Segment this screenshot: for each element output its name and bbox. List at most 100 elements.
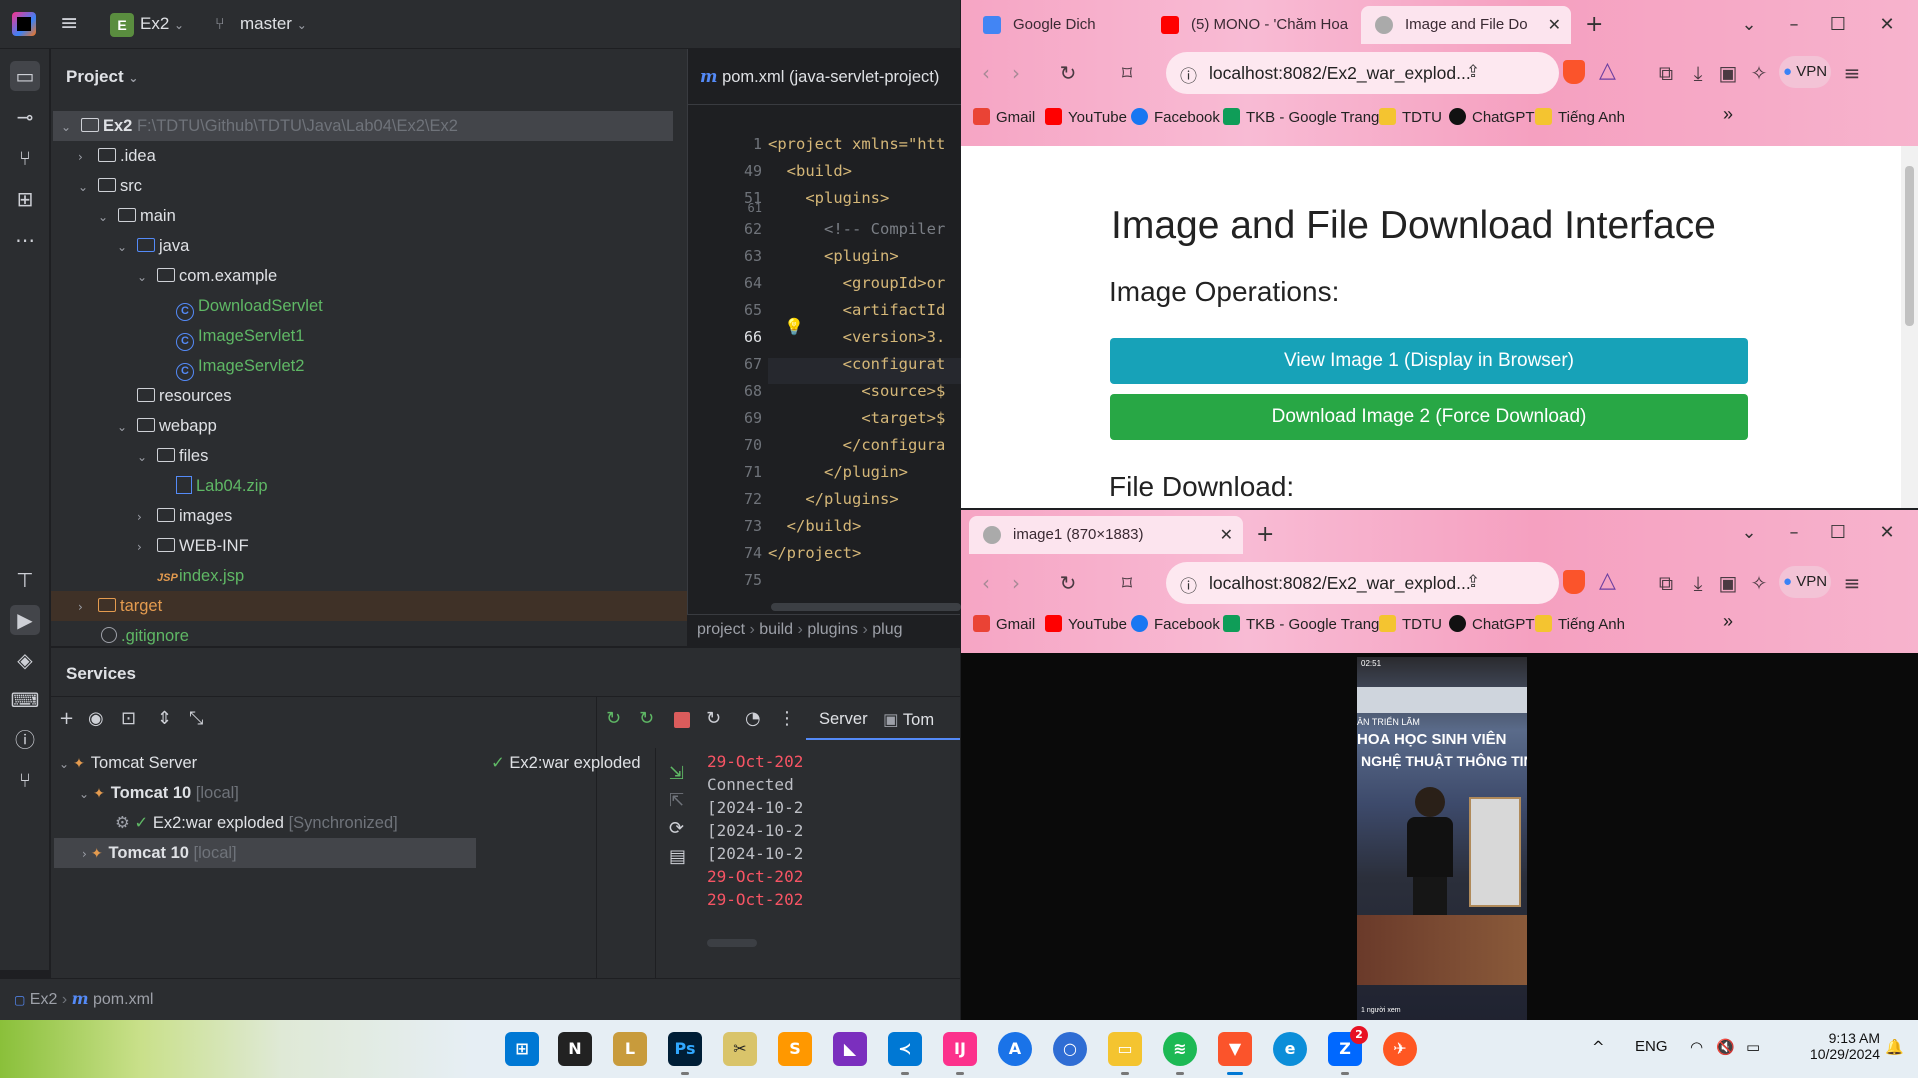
displayed-image[interactable]: 02:51 ÂN TRIỂN LÃM HOA HỌC SINH VIÊN NGH… (1357, 657, 1527, 1025)
bookmarks-overflow-icon[interactable]: » (1723, 104, 1733, 125)
leo-ai-icon[interactable]: ✧ (1744, 568, 1774, 598)
tree-item-images[interactable]: › images (51, 501, 687, 531)
build-icon[interactable]: ⊤ (10, 565, 40, 595)
sublime-icon[interactable]: S (778, 1032, 812, 1066)
new-tab-icon[interactable]: + (1585, 12, 1603, 37)
tab-search-icon[interactable]: ⌄ (1729, 8, 1769, 42)
downloads-icon[interactable]: ⤓ (1683, 58, 1713, 88)
vscode-icon[interactable]: ≺ (888, 1032, 922, 1075)
services-icon[interactable]: ▶ (10, 605, 40, 635)
tree-item-src[interactable]: ⌄ src (51, 171, 687, 201)
bookmark-youtube[interactable]: YouTube (1045, 108, 1127, 126)
bookmark-chatgpt[interactable]: ChatGPT (1449, 108, 1535, 126)
wifi-icon[interactable]: ◠ (1690, 1038, 1703, 1056)
editor-hscrollbar[interactable] (771, 603, 961, 611)
status-path-project[interactable]: Ex2 (30, 991, 58, 1008)
tree-item-web-inf[interactable]: › WEB-INF (51, 531, 687, 561)
git-icon[interactable]: ⑂ (10, 765, 40, 795)
tree-item-downloadservlet[interactable]: C DownloadServlet (51, 291, 687, 321)
refresh-icon[interactable]: ↻ (706, 708, 721, 729)
close-window-icon[interactable]: ✕ (1867, 516, 1907, 550)
deploy-item[interactable]: ✓ Ex2:war exploded (491, 748, 656, 778)
share-icon[interactable]: ⇪ (1466, 572, 1480, 592)
tree-item-index-jsp[interactable]: JSPindex.jsp (51, 561, 687, 591)
code-area[interactable]: <project xmlns="htt <build> <plugins> <!… (768, 105, 961, 613)
forward-icon[interactable]: › (1001, 58, 1031, 88)
vpn-button[interactable]: ● VPN (1779, 566, 1831, 598)
bookmark-tieng-anh[interactable]: Tiếng Anh (1535, 615, 1625, 633)
share-icon[interactable]: ⇪ (1466, 62, 1480, 82)
page-scrollbar[interactable] (1901, 146, 1918, 508)
project-badge[interactable]: E (110, 13, 134, 37)
intellij-taskbar-icon[interactable]: IJ (943, 1032, 977, 1075)
main-menu-icon[interactable]: ≡ (60, 13, 82, 35)
bookmark-chatgpt[interactable]: ChatGPT (1449, 615, 1535, 633)
new-group-icon[interactable]: ⊡ (121, 708, 136, 729)
layers-icon[interactable]: ◈ (10, 645, 40, 675)
show-hidden-icons[interactable]: ^ (1592, 1038, 1605, 1056)
add-service-icon[interactable]: + (59, 708, 74, 729)
bookmark-gmail[interactable]: Gmail (973, 108, 1035, 126)
terminal-icon[interactable]: ⌨ (10, 685, 40, 715)
download-image-2-button[interactable]: Download Image 2 (Force Download) (1110, 394, 1748, 440)
bookmarks-overflow-icon[interactable]: » (1723, 611, 1733, 632)
console-output[interactable]: 29-Oct-202 Connected [2024-10-2 [2024-10… (707, 748, 960, 979)
breadcrumb-build[interactable]: build (759, 621, 793, 638)
info-icon[interactable]: ⓘ (1180, 572, 1197, 597)
project-switcher[interactable]: Ex2 ⌄ (140, 14, 184, 34)
browser-menu-icon[interactable]: ≡ (1837, 58, 1867, 88)
mute-icon[interactable]: 🔇 (1716, 1038, 1735, 1056)
notifications-icon[interactable]: 🔔 (1885, 1038, 1904, 1056)
tab-server[interactable]: Server (819, 710, 868, 729)
brave-shields-icon[interactable] (1563, 570, 1585, 594)
spotify-icon[interactable]: ≋ (1163, 1032, 1197, 1075)
undeploy-icon[interactable]: ⇱ (669, 790, 684, 811)
postman-icon[interactable]: ✈ (1383, 1032, 1417, 1066)
rerun-icon[interactable]: ↻ (606, 708, 621, 729)
wallet-icon[interactable]: ▣ (1713, 568, 1743, 598)
address-bar[interactable]: ⓘ localhost:8082/Ex2_war_explod... ⇪ (1166, 562, 1559, 604)
app-a-icon[interactable]: A (998, 1032, 1032, 1066)
redeploy-icon[interactable]: ⇲ (669, 763, 684, 784)
maximize-icon[interactable]: ☐ (1818, 516, 1858, 550)
back-icon[interactable]: ‹ (971, 568, 1001, 598)
tree-item-java[interactable]: ⌄ java (51, 231, 687, 261)
extensions-icon[interactable]: ⧉ (1651, 58, 1681, 88)
tab-google-dich[interactable]: Google Dich (969, 6, 1141, 44)
intellij-logo[interactable] (12, 12, 36, 36)
notion-icon[interactable]: N (558, 1032, 592, 1066)
profiler-icon[interactable]: ◔ (745, 708, 761, 729)
language-indicator[interactable]: ENG (1635, 1038, 1668, 1055)
tree-item-imageservlet1[interactable]: C ImageServlet1 (51, 321, 687, 351)
tab-youtube-mono[interactable]: (5) MONO - 'Chăm Hoa (1147, 6, 1357, 44)
edge-icon[interactable]: e (1273, 1032, 1307, 1066)
tab-pom-xml[interactable]: m pom.xml (java-servlet-project) (700, 67, 939, 87)
breadcrumb-project[interactable]: project (697, 621, 745, 638)
minimize-icon[interactable]: – (1774, 8, 1814, 42)
vpn-button[interactable]: ● VPN (1779, 56, 1831, 88)
tree-item-files[interactable]: ⌄ files (51, 441, 687, 471)
visual-studio-icon[interactable]: ◣ (833, 1032, 867, 1066)
tree-item-lab04-zip[interactable]: Lab04.zip (51, 471, 687, 501)
tab-image-file-download[interactable]: Image and File Do ✕ (1361, 6, 1571, 44)
eye-icon[interactable]: ◉ (88, 708, 104, 729)
tree-item-ex2[interactable]: ⌄ Ex2 F:\TDTU\Github\TDTU\Java\Lab04\Ex2\… (53, 111, 673, 141)
close-tab-icon[interactable]: ✕ (1220, 516, 1233, 554)
photoshop-icon[interactable]: Ps (668, 1032, 702, 1075)
commit-icon[interactable]: ⊸ (10, 102, 40, 132)
project-panel-title[interactable]: Project ⌄ (66, 67, 138, 87)
more-options-icon[interactable]: ⋮ (778, 708, 796, 729)
battery-icon[interactable]: ▭ (1746, 1038, 1760, 1056)
tree-item-target[interactable]: › target (51, 591, 687, 621)
wallet-icon[interactable]: ▣ (1713, 58, 1743, 88)
clock[interactable]: 9:13 AM 10/29/2024 (1788, 1030, 1880, 1062)
brave-rewards-icon[interactable]: △ (1599, 568, 1616, 593)
league-icon[interactable]: L (613, 1032, 647, 1066)
breadcrumb-plugins[interactable]: plugins (807, 621, 858, 638)
info-icon[interactable]: ⓘ (1180, 62, 1197, 87)
close-tab-icon[interactable]: ✕ (1548, 6, 1561, 44)
close-window-icon[interactable]: ✕ (1867, 8, 1907, 42)
brave-rewards-icon[interactable]: △ (1599, 58, 1616, 83)
browser-menu-icon[interactable]: ≡ (1837, 568, 1867, 598)
bookmark-gmail[interactable]: Gmail (973, 615, 1035, 633)
